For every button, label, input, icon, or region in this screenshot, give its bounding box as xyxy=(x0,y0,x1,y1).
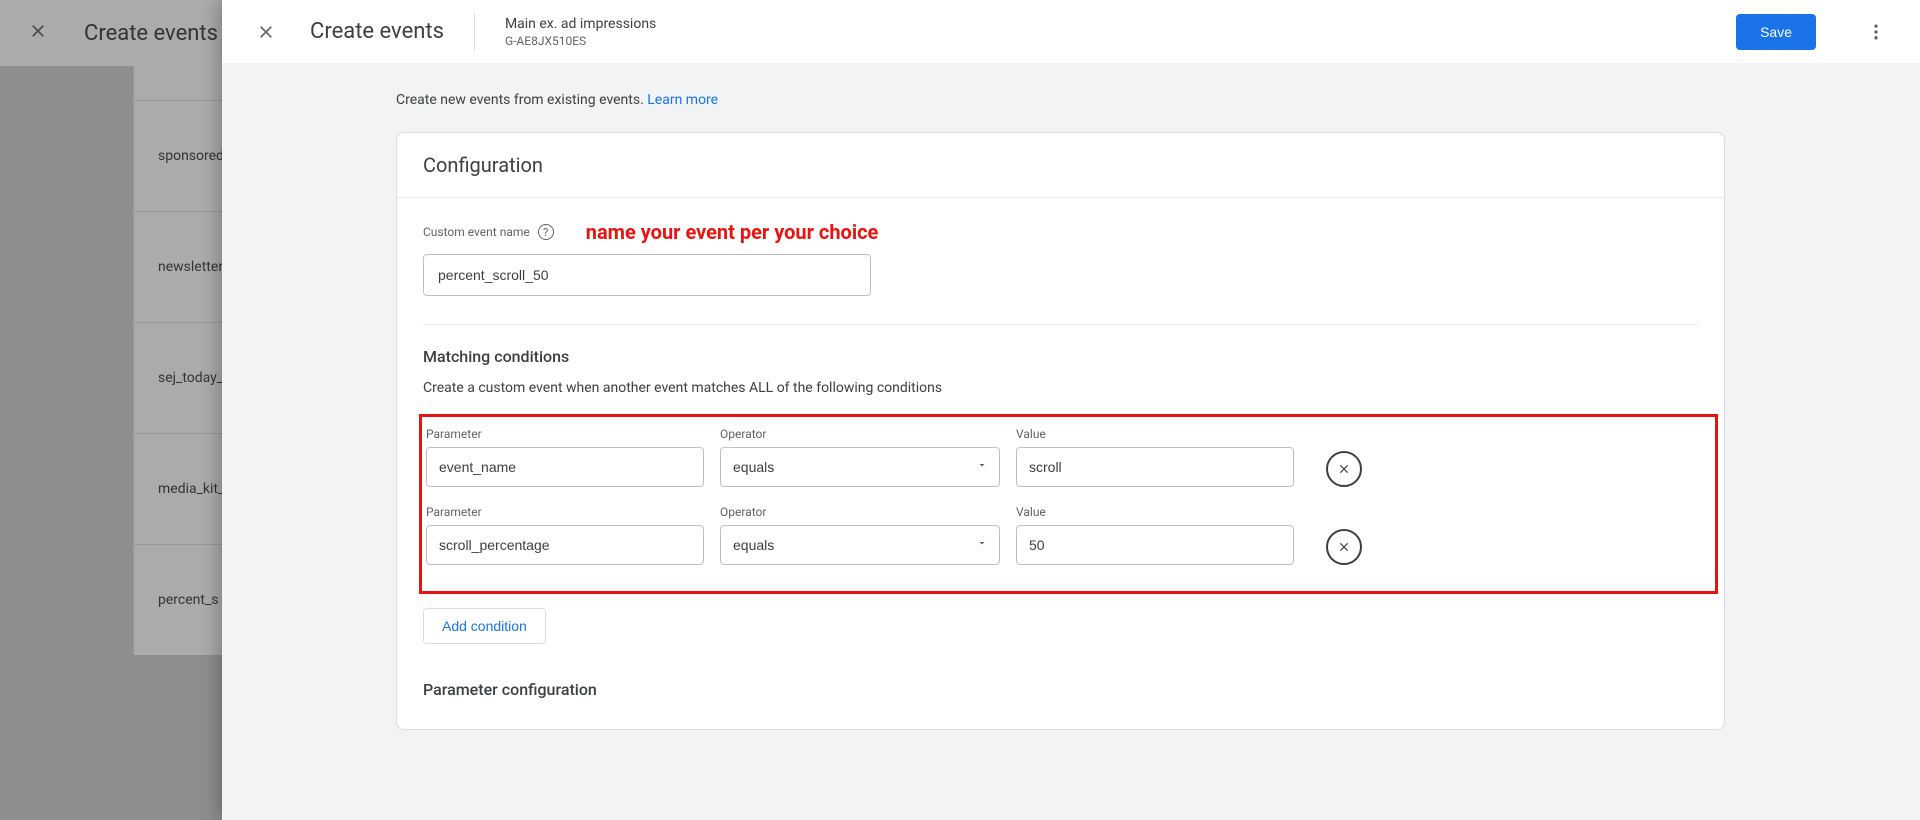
parameter-label: Parameter xyxy=(426,505,704,519)
value-input[interactable] xyxy=(1016,447,1294,487)
close-button[interactable] xyxy=(246,12,286,52)
remove-condition-button[interactable] xyxy=(1326,529,1362,565)
create-event-panel: Create events Main ex. ad impressions G-… xyxy=(222,0,1920,820)
conditions-highlight-area: Parameter Operator Value xyxy=(419,414,1718,594)
more-options-button[interactable] xyxy=(1856,12,1896,52)
add-condition-button[interactable]: Add condition xyxy=(423,608,546,644)
breadcrumb: Main ex. ad impressions G-AE8JX510ES xyxy=(505,16,656,48)
custom-event-name-label: Custom event name xyxy=(423,225,530,239)
panel-title: Create events xyxy=(310,19,444,44)
learn-more-link[interactable]: Learn more xyxy=(647,92,718,108)
value-input[interactable] xyxy=(1016,525,1294,565)
condition-row: Parameter Operator Value xyxy=(422,423,1701,501)
value-label: Value xyxy=(1016,505,1294,519)
breadcrumb-sub: G-AE8JX510ES xyxy=(505,34,656,48)
divider xyxy=(423,324,1698,325)
panel-header: Create events Main ex. ad impressions G-… xyxy=(222,0,1920,64)
parameter-configuration-title: Parameter configuration xyxy=(423,680,1698,699)
value-label: Value xyxy=(1016,427,1294,441)
custom-event-name-input[interactable] xyxy=(423,254,871,296)
operator-label: Operator xyxy=(720,427,1000,441)
panel-body: Create new events from existing events. … xyxy=(222,64,1920,820)
help-icon[interactable]: ? xyxy=(538,224,554,240)
parameter-input[interactable] xyxy=(426,525,704,565)
card-title: Configuration xyxy=(397,133,1724,198)
parameter-input[interactable] xyxy=(426,447,704,487)
matching-conditions-sub: Create a custom event when another event… xyxy=(423,380,1698,396)
operator-label: Operator xyxy=(720,505,1000,519)
annotation-text: name your event per your choice xyxy=(586,220,879,244)
remove-condition-button[interactable] xyxy=(1326,451,1362,487)
config-card: Configuration Custom event name ? name y… xyxy=(396,132,1725,730)
operator-select[interactable] xyxy=(720,525,1000,565)
intro-text: Create new events from existing events. … xyxy=(222,92,1920,132)
operator-select[interactable] xyxy=(720,447,1000,487)
save-button[interactable]: Save xyxy=(1736,14,1816,50)
breadcrumb-main: Main ex. ad impressions xyxy=(505,16,656,32)
divider xyxy=(474,14,475,50)
matching-conditions-title: Matching conditions xyxy=(423,347,1698,366)
intro-label: Create new events from existing events. xyxy=(396,92,647,108)
condition-row: Parameter Operator Value xyxy=(422,501,1701,579)
parameter-label: Parameter xyxy=(426,427,704,441)
